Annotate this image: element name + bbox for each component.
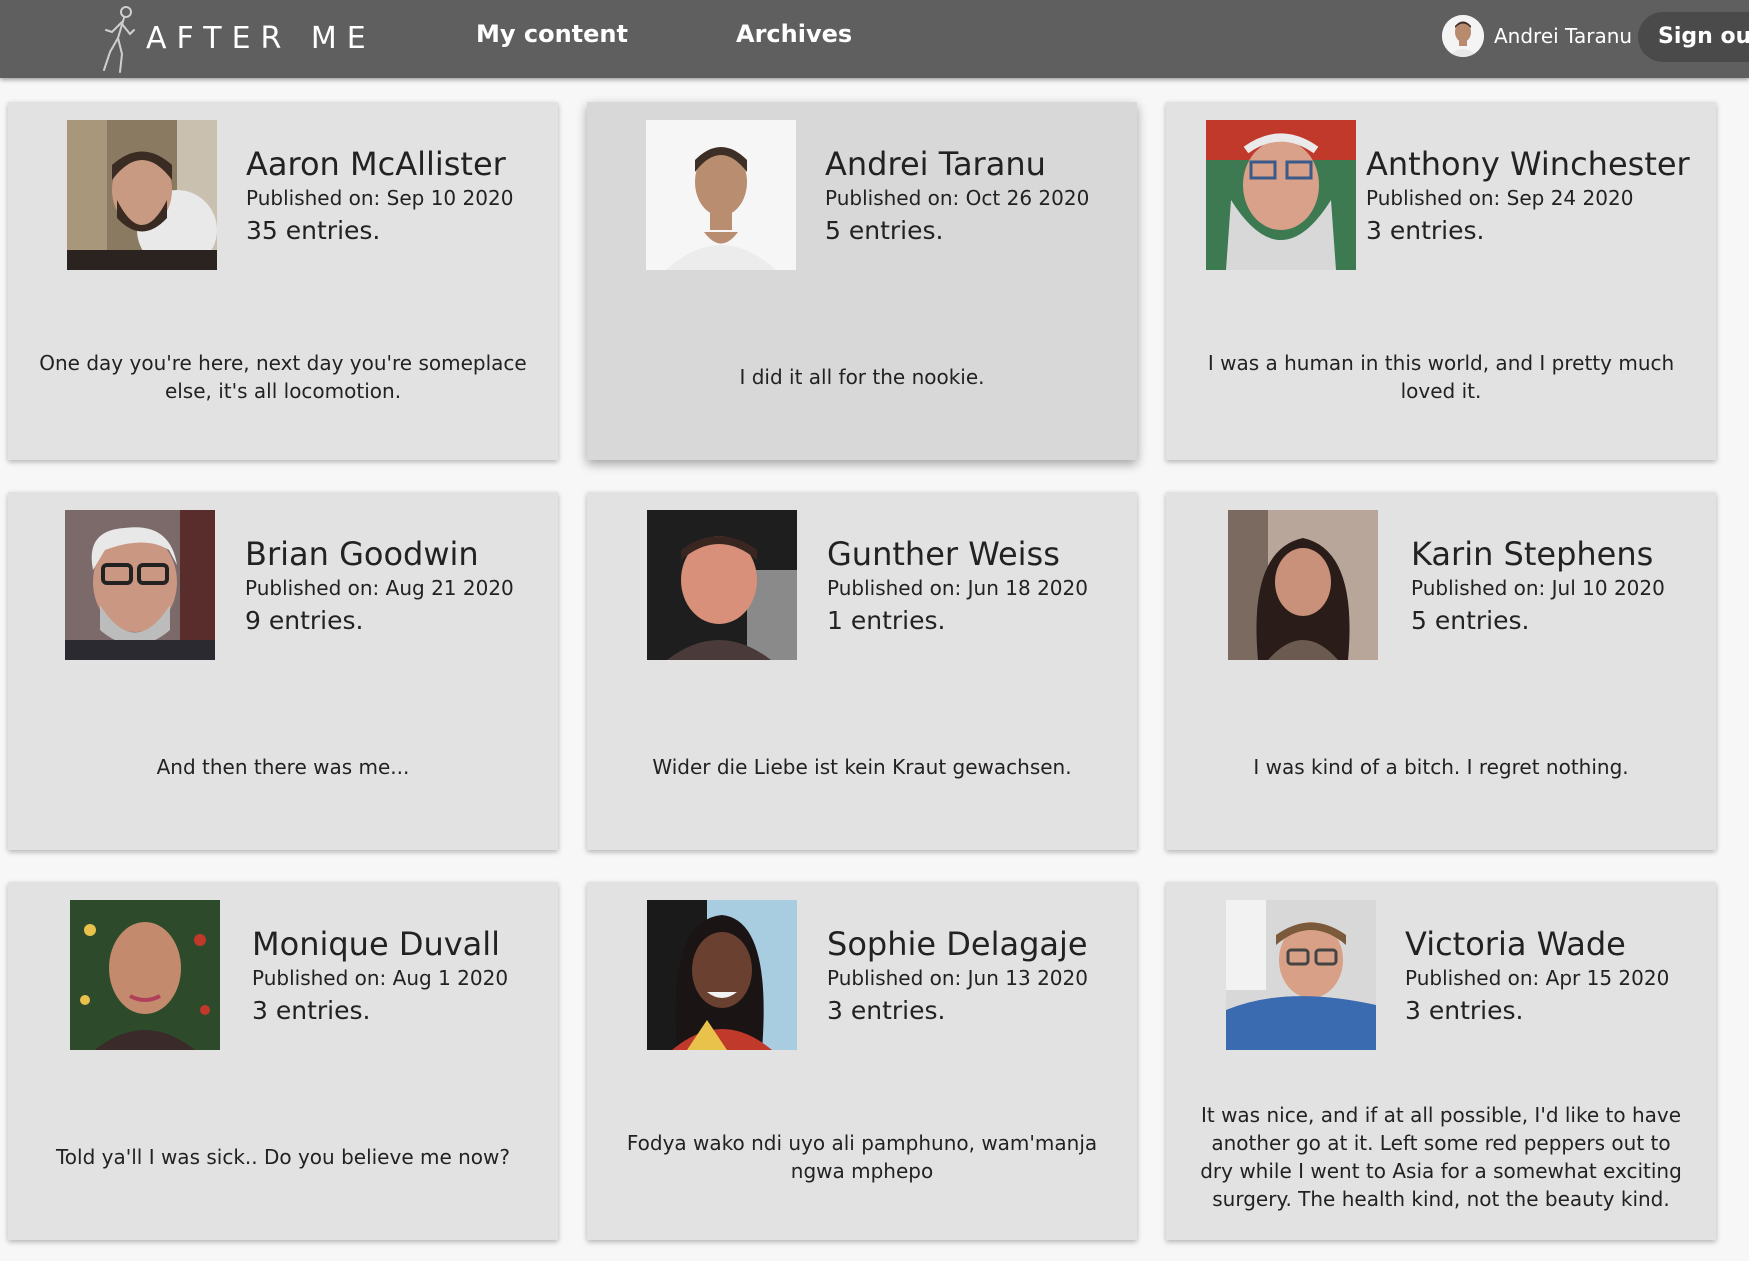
- profile-card[interactable]: Andrei Taranu Published on: Oct 26 2020 …: [587, 102, 1137, 460]
- profile-photo: [1206, 120, 1356, 270]
- profile-name: Victoria Wade: [1405, 925, 1626, 963]
- profile-quote: I did it all for the nookie.: [739, 365, 985, 389]
- profile-quote: Told ya'll I was sick.. Do you believe m…: [55, 1145, 511, 1169]
- published-date: Published on: Oct 26 2020: [825, 186, 1090, 210]
- profile-info: Brian Goodwin Published on: Aug 21 2020 …: [245, 534, 514, 635]
- profile-photo: [647, 510, 797, 660]
- profile-info: Andrei Taranu Published on: Oct 26 2020 …: [825, 144, 1089, 245]
- after-me-logo[interactable]: AFTER ME: [96, 2, 376, 74]
- published-date: Published on: Aug 21 2020: [245, 576, 514, 600]
- profile-photo: [647, 900, 797, 1050]
- entries-count: 3 entries.: [827, 996, 946, 1025]
- entries-count: 35 entries.: [246, 216, 381, 245]
- profile-name: Brian Goodwin: [245, 535, 479, 573]
- entries-count: 5 entries.: [1411, 606, 1530, 635]
- profile-info: Victoria Wade Published on: Apr 15 2020 …: [1405, 924, 1669, 1025]
- profile-card[interactable]: Karin Stephens Published on: Jul 10 2020…: [1166, 492, 1716, 850]
- profile-name: Sophie Delagaje: [827, 925, 1088, 963]
- entries-count: 9 entries.: [245, 606, 364, 635]
- profile-card[interactable]: Sophie Delagaje Published on: Jun 13 202…: [587, 882, 1137, 1240]
- nav-archives[interactable]: Archives: [736, 20, 852, 48]
- entries-count: 1 entries.: [827, 606, 946, 635]
- profile-info: Karin Stephens Published on: Jul 10 2020…: [1411, 534, 1665, 635]
- entries-count: 3 entries.: [1366, 216, 1485, 245]
- profile-card[interactable]: Aaron McAllister Published on: Sep 10 20…: [8, 102, 558, 460]
- published-date: Published on: Apr 15 2020: [1405, 966, 1670, 990]
- profile-card[interactable]: Gunther Weiss Published on: Jun 18 2020 …: [587, 492, 1137, 850]
- published-date: Published on: Jul 10 2020: [1411, 576, 1665, 600]
- top-navigation-bar: AFTER ME My content Archives Andrei Tara…: [0, 0, 1749, 78]
- profile-quote: And then there was me...: [156, 755, 410, 779]
- published-date: Published on: Sep 24 2020: [1366, 186, 1634, 210]
- profile-info: Gunther Weiss Published on: Jun 18 2020 …: [827, 534, 1088, 635]
- profile-info: Anthony Winchester Published on: Sep 24 …: [1366, 144, 1690, 245]
- user-menu[interactable]: Andrei Taranu: [1442, 14, 1632, 58]
- logo-text: AFTER ME: [146, 20, 376, 56]
- published-date: Published on: Jun 13 2020: [827, 966, 1088, 990]
- sign-out-button[interactable]: Sign out: [1638, 12, 1749, 62]
- profile-name: Monique Duvall: [252, 925, 501, 963]
- profile-info: Aaron McAllister Published on: Sep 10 20…: [246, 144, 513, 245]
- published-date: Published on: Jun 18 2020: [827, 576, 1088, 600]
- profile-quote: One day you're here, next day you're som…: [39, 351, 527, 403]
- profile-quote: It was nice, and if at all possible, I'd…: [1200, 1103, 1682, 1211]
- profile-name: Aaron McAllister: [246, 145, 506, 183]
- profile-info: Sophie Delagaje Published on: Jun 13 202…: [827, 924, 1088, 1025]
- profile-quote: I was a human in this world, and I prett…: [1207, 351, 1675, 403]
- stick-figure-logo-icon: [103, 6, 135, 73]
- profile-name: Gunther Weiss: [827, 535, 1060, 573]
- entries-count: 3 entries.: [1405, 996, 1524, 1025]
- published-date: Published on: Sep 10 2020: [246, 186, 514, 210]
- user-name: Andrei Taranu: [1494, 24, 1633, 48]
- profile-quote: I was kind of a bitch. I regret nothing.: [1253, 755, 1629, 779]
- profile-photo: [65, 510, 215, 660]
- nav-my-content[interactable]: My content: [476, 20, 628, 48]
- profile-card[interactable]: Anthony Winchester Published on: Sep 24 …: [1166, 102, 1716, 460]
- profile-name: Karin Stephens: [1411, 535, 1654, 573]
- profile-photo: [70, 900, 220, 1050]
- profile-card[interactable]: Brian Goodwin Published on: Aug 21 2020 …: [8, 492, 558, 850]
- profile-name: Andrei Taranu: [825, 145, 1046, 183]
- profile-info: Monique Duvall Published on: Aug 1 2020 …: [252, 924, 508, 1025]
- profile-quote: Wider die Liebe ist kein Kraut gewachsen…: [652, 755, 1072, 779]
- published-date: Published on: Aug 1 2020: [252, 966, 509, 990]
- profile-name: Anthony Winchester: [1366, 145, 1690, 183]
- profile-card[interactable]: Victoria Wade Published on: Apr 15 2020 …: [1166, 882, 1716, 1240]
- entries-count: 3 entries.: [252, 996, 371, 1025]
- profile-photo: [646, 120, 796, 270]
- profile-quote: Fodya wako ndi uyo ali pamphuno, wam'man…: [626, 1131, 1098, 1183]
- profile-card[interactable]: Monique Duvall Published on: Aug 1 2020 …: [8, 882, 558, 1240]
- profile-photo: [1226, 900, 1376, 1050]
- avatar: [1442, 15, 1484, 57]
- profile-photo: [67, 120, 217, 270]
- entries-count: 5 entries.: [825, 216, 944, 245]
- profile-photo: [1228, 510, 1378, 660]
